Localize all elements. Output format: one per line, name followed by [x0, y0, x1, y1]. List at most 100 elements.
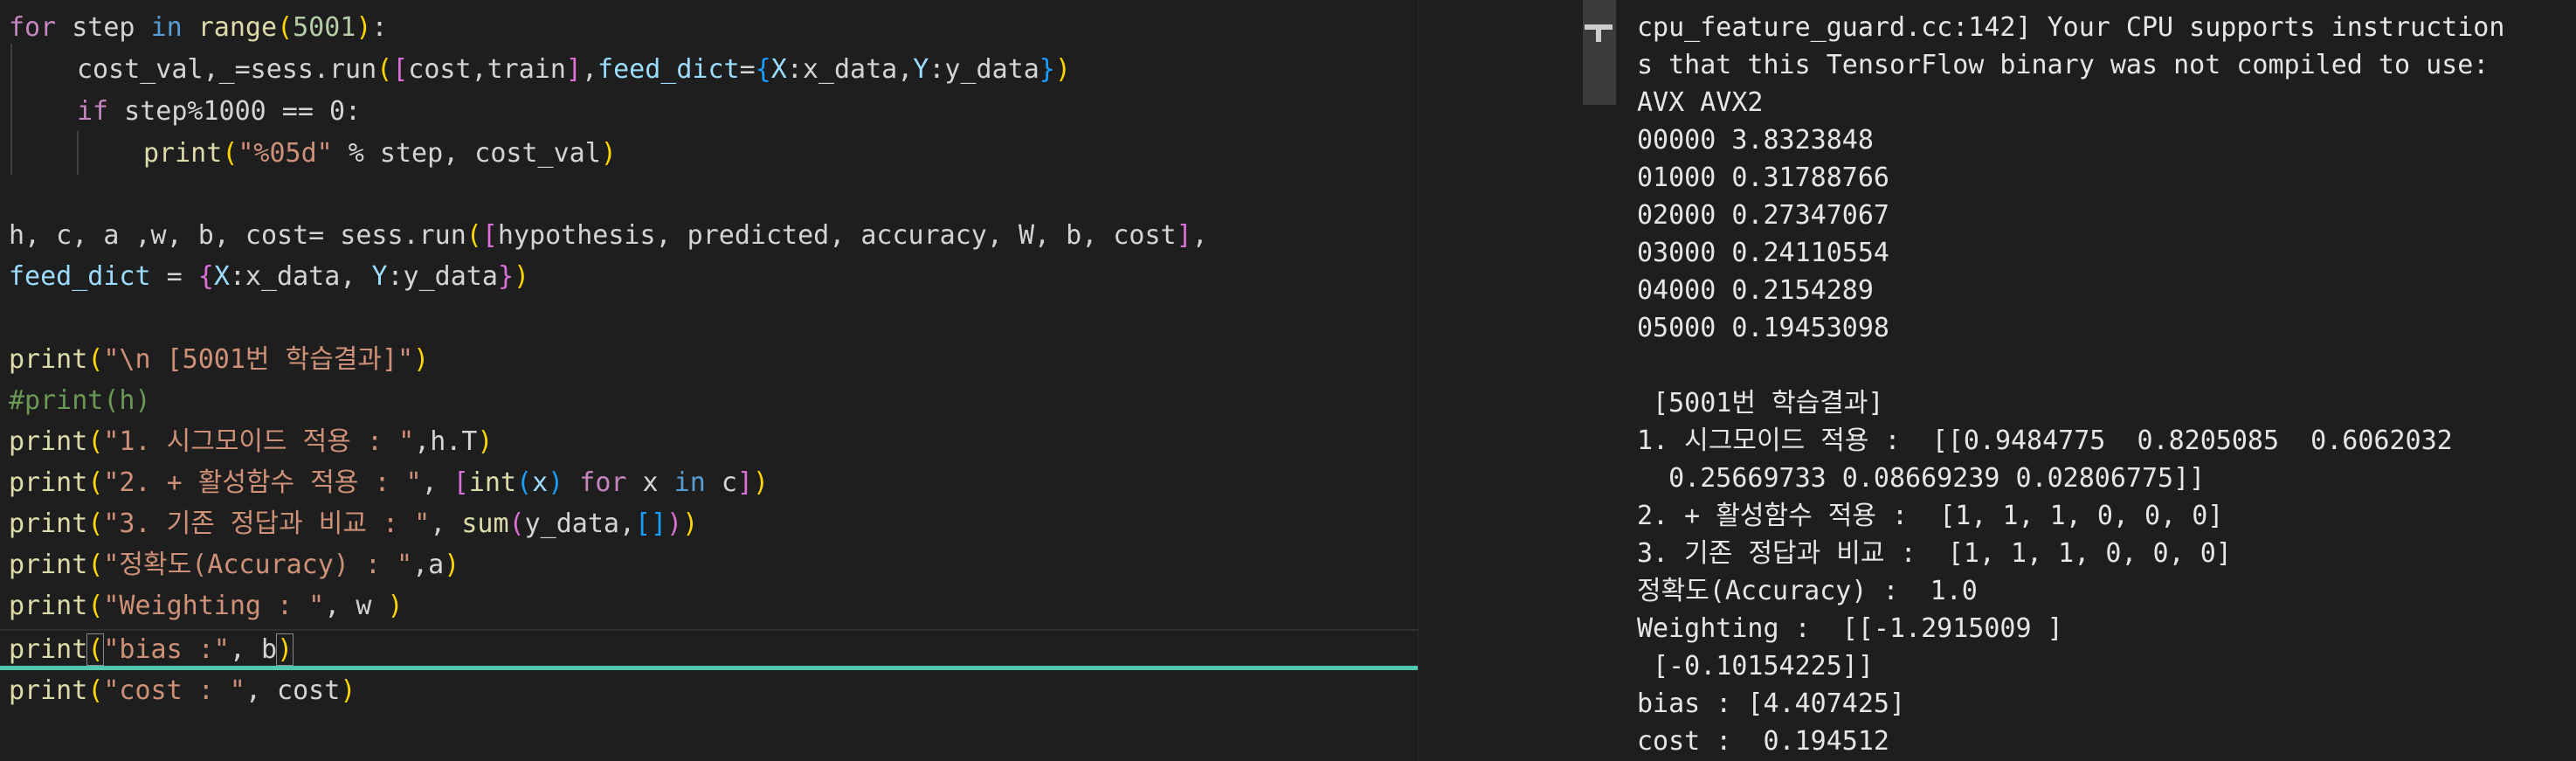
bracket: ) [340, 675, 356, 706]
code-line-8[interactable]: #print(h) [9, 380, 151, 421]
keyword: in [150, 12, 183, 43]
code-text: , [1191, 220, 1208, 251]
bracket: ( [508, 508, 525, 539]
code-text: cost_val,_=sess.run [77, 54, 377, 85]
function-name: print [9, 591, 88, 621]
bracket: ) [548, 467, 564, 498]
code-text: :y_data [387, 261, 498, 292]
string: "Weighting : " [103, 591, 325, 621]
code-text: :x_data, [229, 261, 372, 292]
function-name: print [9, 426, 88, 457]
code-text: x [626, 467, 674, 498]
keyword: for [563, 467, 627, 498]
code-line-6[interactable]: feed_dict = {X:x_data, Y:y_data}) [9, 256, 529, 297]
code-text: step [56, 12, 151, 43]
function-name: print [9, 467, 88, 498]
bracket: ) [1054, 54, 1071, 85]
keyword: in [673, 467, 706, 498]
code-line-1[interactable]: for step in range(5001): [9, 7, 388, 48]
bracket: ) [514, 261, 530, 292]
code-line-15[interactable]: print("cost : ", cost) [9, 670, 356, 711]
bracket: ] [736, 467, 753, 498]
bracket: ( [87, 426, 104, 457]
bracket: [ [392, 54, 409, 85]
code-line-10[interactable]: print("2. + 활성함수 적용 : ", [int(x) for x i… [9, 462, 769, 503]
terminal-line: Weighting : [[-1.2915009 ] [1637, 613, 2063, 644]
function-name: print [9, 634, 88, 665]
code-text: % step, cost_val [332, 138, 601, 169]
terminal-line: cost : 0.194512 [1637, 726, 1889, 757]
bracket: ) [600, 138, 617, 169]
code-text: , cost [245, 675, 341, 706]
terminal-line: 03000 0.24110554 [1637, 238, 1889, 268]
code-line-12[interactable]: print("정확도(Accuracy) : ",a) [9, 544, 459, 585]
bracket: ( [87, 550, 104, 580]
terminal-line: 정확도(Accuracy) : 1.0 [1637, 576, 1978, 606]
terminal-line: 02000 0.27347067 [1637, 200, 1889, 231]
terminal-line: [-0.10154225]] [1637, 651, 1874, 681]
bracket: [] [635, 508, 667, 539]
code-text: cost,train [408, 54, 566, 85]
variable: x [532, 467, 549, 498]
terminal-line: 00000 3.8323848 [1637, 125, 1874, 156]
bracket: ) [413, 344, 430, 375]
bracket: ) [666, 508, 683, 539]
variable: Y [913, 54, 929, 85]
code-line-13[interactable]: print("Weighting : ", w ) [9, 585, 404, 626]
bracket: ( [466, 220, 482, 251]
code-line-3[interactable]: if step%1000 == 0: [77, 91, 361, 132]
terminal-line: 2. + 활성함수 적용 : [1, 1, 1, 0, 0, 0] [1637, 501, 2224, 531]
bracket: ) [444, 550, 460, 580]
terminal-line: [5001번 학습결과] [1637, 388, 1884, 419]
terminal-scrollbar[interactable] [1583, 0, 1616, 105]
bracket: ( [222, 138, 238, 169]
string: "정확도(Accuracy) : " [103, 550, 413, 580]
variable: Y [371, 261, 388, 292]
code-text: , w [324, 591, 388, 621]
terminal-line: s that this TensorFlow binary was not co… [1637, 50, 2490, 80]
code-text: hypothesis, predicted, accuracy, W, b, c… [497, 220, 1177, 251]
bracket: ) [356, 12, 372, 43]
code-line-4[interactable]: print("%05d" % step, cost_val) [143, 133, 617, 174]
terminal-line: 1. 시그모이드 적용 : [[0.9484775 0.8205085 0.60… [1637, 425, 2453, 456]
function-name: range [197, 12, 278, 43]
terminal-line: cpu_feature_guard.cc:142] Your CPU suppo… [1637, 12, 2505, 43]
string: "1. 시그모이드 적용 : " [103, 426, 415, 457]
code-text: step%1000 == 0: [108, 96, 362, 127]
matching-bracket: ) [276, 633, 294, 666]
bracket: ( [516, 467, 533, 498]
code-editor[interactable]: for step in range(5001): cost_val,_=sess… [0, 0, 1418, 761]
bracket: ( [87, 344, 104, 375]
string: "\n [5001번 학습결과]" [103, 344, 414, 375]
indent-guide [77, 131, 79, 175]
code-text: , [581, 54, 598, 85]
bracket: ) [752, 467, 770, 498]
terminal-line: AVX AVX2 [1637, 87, 1764, 118]
code-line-11[interactable]: print("3. 기존 정답과 비교 : ", sum(y_data,[])) [9, 503, 698, 544]
code-text: = [739, 54, 756, 85]
code-line-5[interactable]: h, c, a ,w, b, cost= sess.run([hypothesi… [9, 215, 1208, 256]
code-line-9[interactable]: print("1. 시그모이드 적용 : ",h.T) [9, 421, 493, 462]
code-line-14[interactable]: print("bias :", b) [9, 629, 294, 670]
keyword: for [9, 12, 57, 43]
panel-gutter [1419, 0, 1583, 761]
terminal-line: 3. 기존 정답과 비교 : [1, 1, 1, 0, 0, 0] [1637, 538, 2232, 569]
terminal-line: 04000 0.2154289 [1637, 275, 1874, 306]
bracket: [ [481, 220, 498, 251]
terminal-line: 01000 0.31788766 [1637, 163, 1889, 193]
bracket: ( [277, 12, 294, 43]
terminal-output[interactable]: cpu_feature_guard.cc:142] Your CPU suppo… [1583, 0, 2576, 761]
string: "3. 기존 정답과 비교 : " [103, 508, 431, 539]
code-line-2[interactable]: cost_val,_=sess.run([cost,train],feed_di… [77, 49, 1071, 90]
bracket: ( [87, 508, 104, 539]
number: 5001 [293, 12, 356, 43]
code-text: h, c, a ,w, b, cost= sess.run [9, 220, 466, 251]
code-text: y_data, [524, 508, 636, 539]
function-name: print [143, 138, 223, 169]
code-line-7[interactable]: print("\n [5001번 학습결과]") [9, 339, 429, 380]
variable: X [213, 261, 230, 292]
comment: #print(h) [9, 385, 151, 416]
bracket: [ [452, 467, 469, 498]
function-name: print [9, 675, 88, 706]
